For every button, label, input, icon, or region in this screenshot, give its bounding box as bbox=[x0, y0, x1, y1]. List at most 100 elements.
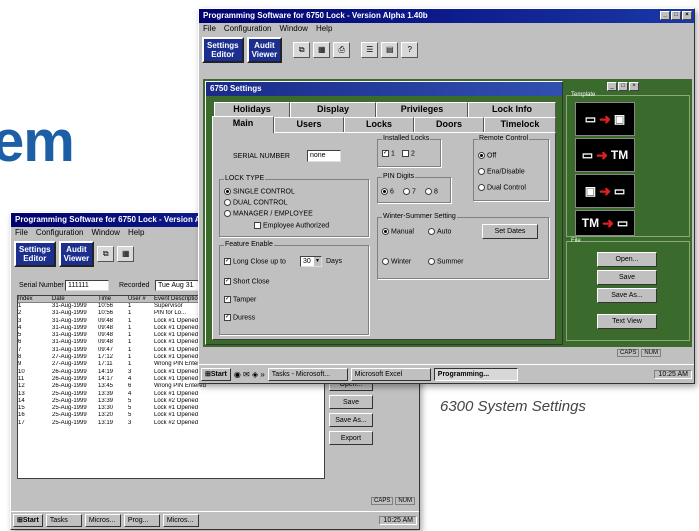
remote-dual-control[interactable]: Dual Control bbox=[478, 184, 526, 191]
tab-main[interactable]: Main bbox=[212, 116, 274, 133]
save-button[interactable]: Save bbox=[597, 270, 657, 285]
menu-configuration[interactable]: Configuration bbox=[224, 23, 272, 35]
pc-icon: ▭ bbox=[613, 184, 626, 198]
taskbar-item-tasks[interactable]: Tasks bbox=[45, 514, 82, 527]
maximize-icon[interactable]: □ bbox=[671, 11, 681, 20]
help-icon[interactable]: ? bbox=[401, 42, 419, 58]
audit-export-button[interactable]: Export bbox=[329, 431, 373, 445]
winter-radio[interactable]: Winter bbox=[382, 258, 411, 265]
column-header[interactable]: Date bbox=[52, 296, 98, 302]
menu-file[interactable]: File bbox=[203, 23, 216, 35]
tab-users[interactable]: Users bbox=[274, 117, 344, 132]
taskbar-item-programming[interactable]: Prog... bbox=[123, 514, 160, 527]
minimize-icon[interactable]: _ bbox=[660, 11, 670, 20]
taskbar-item-excel[interactable]: Microsoft Excel bbox=[350, 367, 431, 381]
taskbar-item-programming[interactable]: Programming... bbox=[433, 367, 518, 381]
column-header[interactable]: Index bbox=[18, 296, 52, 302]
audit-viewer-button[interactable]: Audit Viewer bbox=[246, 37, 283, 63]
tab-privileges[interactable]: Privileges bbox=[376, 102, 468, 117]
open-button[interactable]: Open... bbox=[597, 252, 657, 267]
menu-file[interactable]: File bbox=[15, 227, 28, 239]
remote-off[interactable]: Off bbox=[478, 152, 496, 159]
table-row[interactable]: 13 25-Aug-1999 13:39 4 Lock #1 Opened bbox=[18, 391, 324, 398]
file-label: File bbox=[571, 238, 581, 244]
text-view-button[interactable]: Text View bbox=[597, 314, 657, 329]
tab-holidays[interactable]: Holidays bbox=[214, 102, 290, 117]
taskbar-item-microsoft[interactable]: Micros... bbox=[84, 514, 121, 527]
set-dates-button[interactable]: Set Dates bbox=[482, 224, 538, 239]
dialog-maximize-icon[interactable]: □ bbox=[618, 82, 628, 91]
save-as-button[interactable]: Save As... bbox=[597, 288, 657, 303]
start-button[interactable]: ⊞Start bbox=[201, 367, 231, 381]
table-row[interactable]: 16 25-Aug-1999 13:20 5 Lock #1 Opened bbox=[18, 412, 324, 419]
template-pc-to-lock[interactable]: ▭ ➜ ▣ bbox=[575, 102, 635, 136]
tamper-checkbox[interactable]: ✓ Tamper bbox=[224, 296, 256, 303]
table-cell: 09:48 bbox=[98, 332, 114, 339]
summer-radio[interactable]: Summer bbox=[428, 258, 463, 265]
list-icon[interactable]: ☰ bbox=[361, 42, 379, 58]
winter-summer-manual[interactable]: Manual bbox=[382, 228, 414, 235]
short-close-checkbox[interactable]: ✓ Short Close bbox=[224, 278, 270, 285]
lock-type-dual[interactable]: DUAL CONTROL bbox=[224, 199, 288, 206]
installed-lock-1[interactable]: ✓ 1 bbox=[382, 150, 395, 157]
long-close-checkbox[interactable]: ✓ Long Close up to bbox=[224, 258, 286, 265]
start-button[interactable]: ⊞Start bbox=[13, 514, 43, 527]
menu-help[interactable]: Help bbox=[128, 227, 144, 239]
template-tm-to-pc[interactable]: TM ➜ ▭ bbox=[575, 210, 635, 236]
settings-editor-button[interactable]: Settings Editor bbox=[202, 37, 244, 63]
num-indicator: NUM bbox=[395, 497, 416, 505]
employee-authorized-checkbox[interactable]: Employee Authorized bbox=[254, 222, 329, 229]
pin-digits-7[interactable]: 7 bbox=[403, 188, 416, 195]
serial-number-field[interactable]: 111111 bbox=[65, 280, 109, 291]
dialog-close-icon[interactable]: × bbox=[629, 82, 639, 91]
menu-window[interactable]: Window bbox=[279, 23, 307, 35]
template-lock-to-pc[interactable]: ▣ ➜ ▭ bbox=[575, 174, 635, 208]
table-row[interactable]: 12 26-Aug-1999 13:45 6 Wrong PIN Entered bbox=[18, 383, 324, 390]
table-row[interactable]: 14 25-Aug-1999 13:39 5 Lock #2 Opened bbox=[18, 398, 324, 405]
taskbar-item-microsoft-2[interactable]: Micros... bbox=[162, 514, 199, 527]
copy-icon[interactable]: ⧉ bbox=[97, 246, 115, 262]
template-pc-to-tm[interactable]: ▭ ➜ TM bbox=[575, 138, 635, 172]
menu-help[interactable]: Help bbox=[316, 23, 332, 35]
tab-timelock[interactable]: Timelock bbox=[484, 117, 556, 132]
caps-indicator: CAPS bbox=[371, 497, 394, 505]
copy-icon[interactable]: ⧉ bbox=[293, 42, 311, 58]
menu-configuration[interactable]: Configuration bbox=[36, 227, 84, 239]
settings-toolbar: Settings Editor Audit Viewer ⧉ ▦ ⎙ ☰ ▤ ? bbox=[199, 35, 694, 65]
grid-icon[interactable]: ▦ bbox=[117, 246, 135, 262]
quick-launch-icons[interactable]: ◉ ✉ ◈ » bbox=[234, 370, 265, 379]
table-row[interactable]: 17 25-Aug-1999 13:19 3 Lock #2 Opened bbox=[18, 420, 324, 427]
grid-icon[interactable]: ▦ bbox=[313, 42, 331, 58]
pin-digits-6[interactable]: 6 bbox=[381, 188, 394, 195]
tab-locks[interactable]: Locks bbox=[344, 117, 414, 132]
lock-type-single[interactable]: SINGLE CONTROL bbox=[224, 188, 295, 195]
settings-editor-button[interactable]: Settings Editor bbox=[14, 241, 56, 267]
long-close-days-field[interactable]: 30 ▼ bbox=[300, 256, 322, 267]
column-header[interactable]: Time bbox=[98, 296, 128, 302]
installed-lock-2[interactable]: 2 bbox=[402, 150, 415, 157]
dialog-minimize-icon[interactable]: _ bbox=[607, 82, 617, 91]
settings-dialog-titlebar[interactable]: 6750 Settings bbox=[206, 82, 562, 96]
lock-type-manager[interactable]: MANAGER / EMPLOYEE bbox=[224, 210, 313, 217]
print-icon[interactable]: ⎙ bbox=[333, 42, 351, 58]
remote-ena-disable[interactable]: Ena/Disable bbox=[478, 168, 525, 175]
column-header[interactable]: User # bbox=[128, 296, 154, 302]
chevron-down-icon[interactable]: ▼ bbox=[314, 257, 321, 266]
settings-window-titlebar[interactable]: Programming Software for 6750 Lock - Ver… bbox=[199, 9, 694, 23]
audit-viewer-button[interactable]: Audit Viewer bbox=[58, 241, 95, 267]
table-icon[interactable]: ▤ bbox=[381, 42, 399, 58]
tab-display[interactable]: Display bbox=[290, 102, 376, 117]
audit-save-as-button[interactable]: Save As... bbox=[329, 413, 373, 427]
close-icon[interactable]: × bbox=[682, 11, 692, 20]
duress-checkbox[interactable]: ✓ Duress bbox=[224, 314, 255, 321]
serial-number-field[interactable]: none bbox=[307, 150, 341, 162]
winter-summer-auto[interactable]: Auto bbox=[428, 228, 451, 235]
table-row[interactable]: 15 25-Aug-1999 13:30 5 Lock #1 Opened bbox=[18, 405, 324, 412]
pin-digits-8[interactable]: 8 bbox=[425, 188, 438, 195]
tab-doors[interactable]: Doors bbox=[414, 117, 484, 132]
menu-window[interactable]: Window bbox=[91, 227, 119, 239]
settings-taskbar: ⊞Start ◉ ✉ ◈ » Tasks - Microsoft... Micr… bbox=[199, 364, 694, 383]
tab-lock-info[interactable]: Lock Info bbox=[468, 102, 556, 117]
taskbar-item-tasks[interactable]: Tasks - Microsoft... bbox=[267, 367, 348, 381]
audit-save-button[interactable]: Save bbox=[329, 395, 373, 409]
